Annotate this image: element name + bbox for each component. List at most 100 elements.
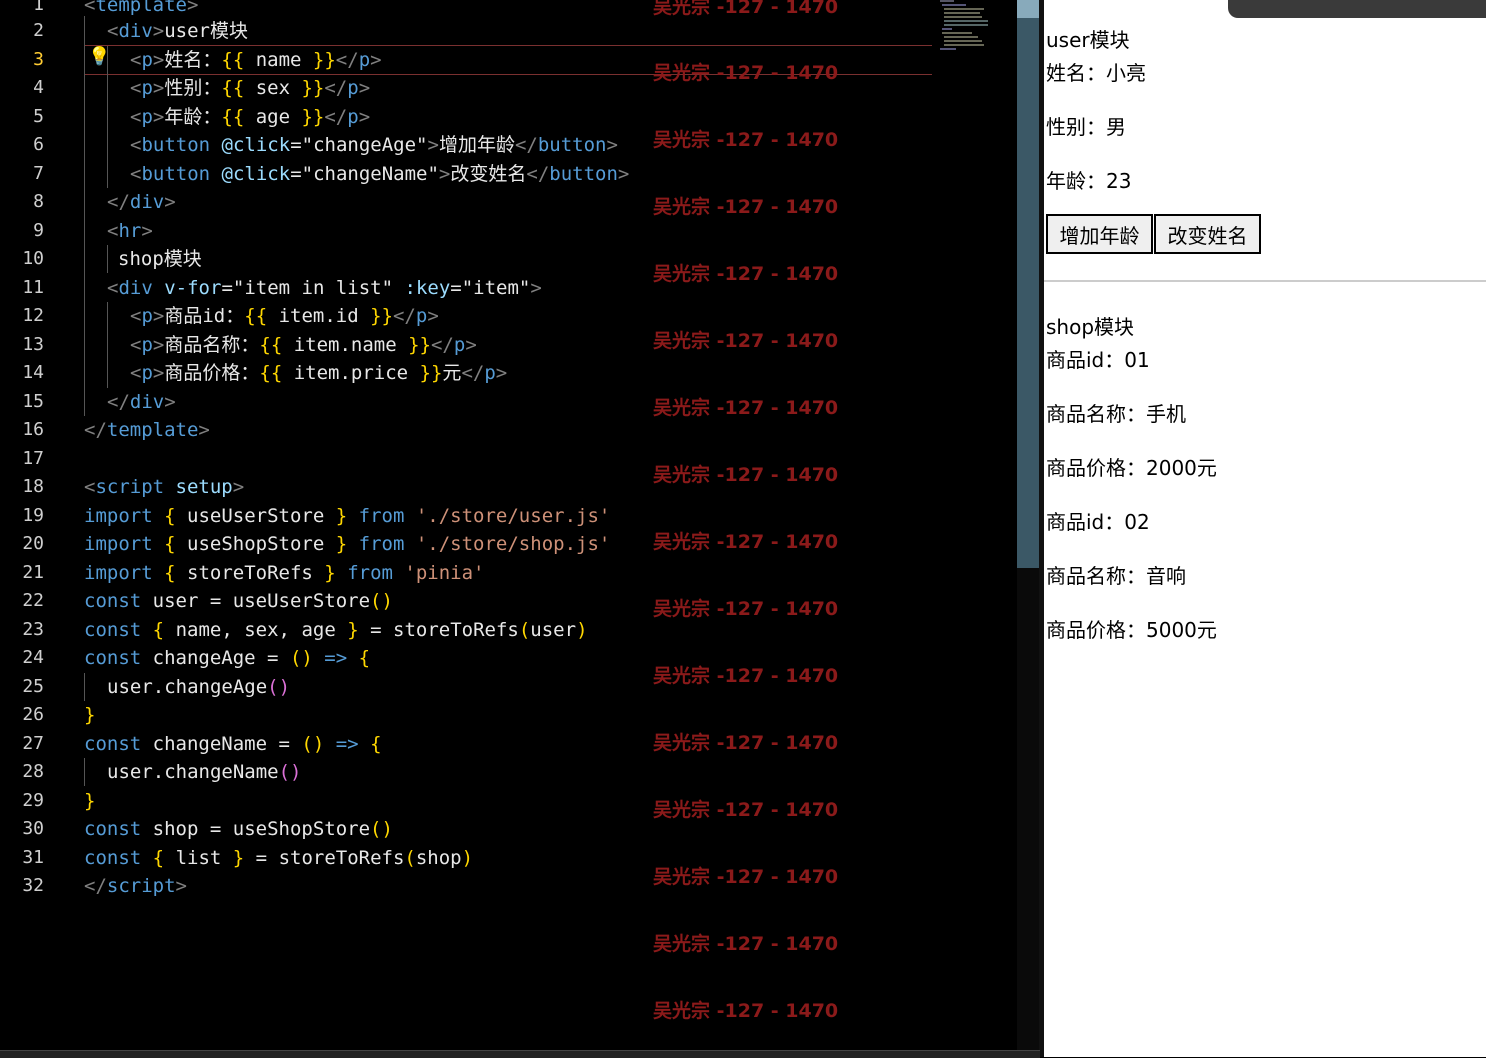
item-name: 商品名称：音响: [1046, 564, 1186, 588]
line-number: 11: [22, 277, 44, 298]
code-line: }: [84, 704, 96, 726]
age-line: 年龄：23: [1046, 169, 1132, 193]
watermark: 吴光宗 -127 - 1470: [653, 397, 839, 419]
code-line: user.changeAge(): [107, 676, 291, 698]
item-id: 商品id：01: [1046, 348, 1150, 372]
line-number: 30: [22, 818, 44, 839]
code-line: <p>姓名：{{ name }}</p>: [130, 49, 382, 71]
line-number: 29: [22, 790, 44, 811]
divider-line: [1044, 280, 1486, 282]
line-number: 14: [22, 362, 44, 383]
line-number: 13: [22, 334, 44, 355]
watermark: 吴光宗 -127 - 1470: [653, 129, 839, 151]
code-line: </div>: [107, 191, 176, 213]
watermark: 吴光宗 -127 - 1470: [653, 263, 839, 285]
watermark: 吴光宗 -127 - 1470: [653, 665, 839, 687]
line-number: 16: [22, 419, 44, 440]
code-line: const user = useUserStore(): [84, 590, 393, 612]
watermark: 吴光宗 -127 - 1470: [653, 933, 839, 955]
watermark: 吴光宗 -127 - 1470: [653, 196, 839, 218]
item-price: 商品价格：5000元: [1046, 618, 1217, 642]
code-line: shop模块: [118, 248, 202, 270]
line-number: 22: [22, 590, 44, 611]
sex-line: 性别：男: [1046, 115, 1126, 139]
indent-guide: [107, 302, 108, 388]
watermark: 吴光宗 -127 - 1470: [653, 799, 839, 821]
line-number: 4: [33, 77, 44, 98]
item-price: 商品价格：2000元: [1046, 456, 1217, 480]
code-line: </template>: [84, 419, 210, 441]
indent-guide: [107, 46, 108, 188]
code-line: const { list } = storeToRefs(shop): [84, 847, 474, 869]
line-number: 19: [22, 505, 44, 526]
name-line: 姓名：小亮: [1046, 61, 1146, 85]
code-line: <button @click="changeAge">增加年龄</button>: [130, 134, 618, 156]
line-number: 25: [22, 676, 44, 697]
indent-guide: [84, 758, 85, 786]
code-line: import { useShopStore } from './store/sh…: [84, 533, 611, 555]
minimap[interactable]: [940, 0, 990, 55]
watermark: 吴光宗 -127 - 1470: [653, 464, 839, 486]
code-editor[interactable]: 1 2 3 4 5 6 7 8 9 10 11 12 13 14 15 16 1…: [0, 0, 1016, 1057]
line-number: 20: [22, 533, 44, 554]
code-line: import { useUserStore } from './store/us…: [84, 505, 611, 527]
scrollbar-cap: [1017, 0, 1039, 18]
line-number: 32: [22, 875, 44, 896]
code-line: <p>性别：{{ sex }}</p>: [130, 77, 371, 99]
line-number: 28: [22, 761, 44, 782]
code-line: <button @click="changeName">改变姓名</button…: [130, 163, 630, 185]
preview-tab[interactable]: [1228, 0, 1486, 18]
scrollbar-thumb[interactable]: [1017, 0, 1039, 568]
watermark: 吴光宗 -127 - 1470: [653, 330, 839, 352]
line-number: 31: [22, 847, 44, 868]
code-line: user.changeName(): [107, 761, 302, 783]
line-number: 26: [22, 704, 44, 725]
watermark: 吴光宗 -127 - 1470: [653, 1000, 839, 1022]
indent-guide: [84, 673, 85, 701]
change-name-button[interactable]: 改变姓名: [1154, 214, 1261, 254]
line-number: 6: [33, 134, 44, 155]
code-line: <p>年龄：{{ age }}</p>: [130, 106, 371, 128]
watermark: 吴光宗 -127 - 1470: [653, 866, 839, 888]
code-line: const { name, sex, age } = storeToRefs(u…: [84, 619, 588, 641]
watermark: 吴光宗 -127 - 1470: [653, 531, 839, 553]
watermark: 吴光宗 -127 - 1470: [653, 732, 839, 754]
code-line: </div>: [107, 391, 176, 413]
line-number: 8: [33, 191, 44, 212]
watermark: 吴光宗 -127 - 1470: [653, 0, 839, 18]
preview-pane: user模块 姓名：小亮 性别：男 年龄：23 增加年龄 改变姓名 shop模块…: [1044, 0, 1486, 1057]
code-line: import { storeToRefs } from 'pinia': [84, 562, 485, 584]
item-id: 商品id：02: [1046, 510, 1150, 534]
lightbulb-icon[interactable]: 💡: [88, 46, 110, 67]
code-line: <p>商品名称：{{ item.name }}</p>: [130, 334, 477, 356]
line-number: 21: [22, 562, 44, 583]
line-number: 9: [33, 220, 44, 241]
code-line: const changeName = () => {: [84, 733, 382, 755]
code-line: <hr>: [107, 220, 153, 242]
line-number: 2: [33, 20, 44, 41]
line-number-active: 3: [33, 49, 44, 70]
watermark: 吴光宗 -127 - 1470: [653, 598, 839, 620]
shop-title: shop模块: [1046, 315, 1135, 339]
code-line: const shop = useShopStore(): [84, 818, 393, 840]
line-number: 27: [22, 733, 44, 754]
line-number: 17: [22, 448, 44, 469]
line-number: 10: [22, 248, 44, 269]
watermark: 吴光宗 -127 - 1470: [653, 62, 839, 84]
indent-guide: [107, 245, 108, 273]
code-line: </script>: [84, 875, 187, 897]
indent-guide: [84, 16, 85, 416]
code-line: const changeAge = () => {: [84, 647, 371, 669]
user-title: user模块: [1046, 28, 1130, 52]
line-number: 15: [22, 391, 44, 412]
add-age-button[interactable]: 增加年龄: [1046, 214, 1153, 254]
line-number: 23: [22, 619, 44, 640]
code-line: <div v-for="item in list" :key="item">: [107, 277, 542, 299]
line-number: 7: [33, 163, 44, 184]
line-number: 24: [22, 647, 44, 668]
line-number: 18: [22, 476, 44, 497]
item-name: 商品名称：手机: [1046, 402, 1186, 426]
code-line: <p>商品价格：{{ item.price }}元</p>: [130, 362, 508, 384]
line-number: 5: [33, 106, 44, 127]
code-line: }: [84, 790, 96, 812]
